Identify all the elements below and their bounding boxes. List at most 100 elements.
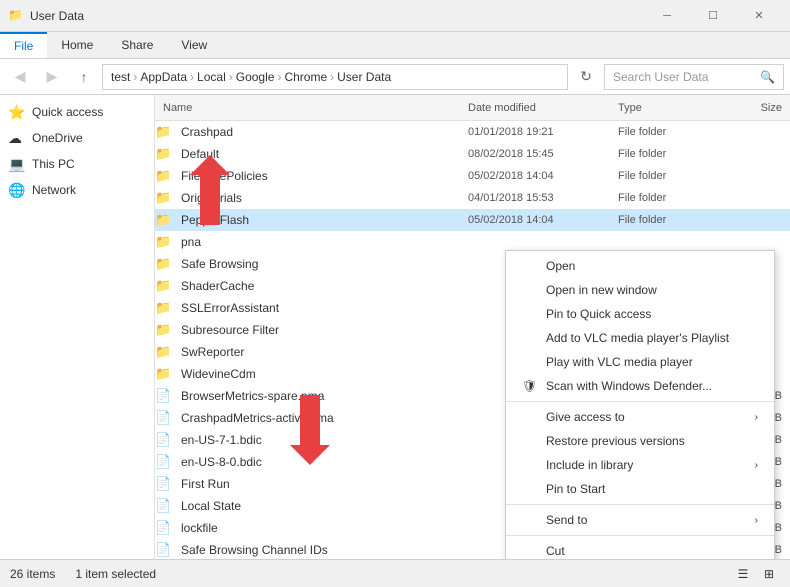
folder-icon: 📁	[155, 366, 173, 382]
close-button[interactable]: ✕	[736, 0, 782, 32]
cm-play-vlc[interactable]: Play with VLC media player	[506, 350, 774, 374]
refresh-button[interactable]: ↻	[572, 63, 600, 91]
col-header-name[interactable]: Name	[155, 102, 460, 114]
sidebar-label-quick-access: Quick access	[32, 105, 103, 119]
sidebar-label-onedrive: OneDrive	[32, 131, 83, 145]
star-icon: ⭐	[8, 104, 26, 121]
cm-separator-3	[506, 535, 774, 536]
cm-pin-quick-access[interactable]: Pin to Quick access	[506, 302, 774, 326]
window-controls: ─ ☐ ✕	[644, 0, 782, 32]
sidebar-item-network[interactable]: 🌐 Network	[0, 177, 154, 203]
address-path[interactable]: test › AppData › Local › Google › Chrome…	[102, 64, 568, 90]
col-header-size[interactable]: Size	[710, 102, 790, 114]
cm-add-vlc-playlist[interactable]: Add to VLC media player's Playlist	[506, 326, 774, 350]
path-segment-1[interactable]: AppData	[140, 70, 187, 84]
folder-icon: 📁	[155, 344, 173, 360]
ribbon: File Home Share View	[0, 32, 790, 59]
tab-file[interactable]: File	[0, 32, 47, 58]
cm-cut[interactable]: Cut	[506, 539, 774, 559]
cm-give-access[interactable]: Give access to›	[506, 405, 774, 429]
list-item[interactable]: 📁 FileTypePolicies 05/02/2018 14:04 File…	[155, 165, 790, 187]
folder-icon: 📁	[155, 234, 173, 250]
file-icon: 📄	[155, 476, 173, 492]
window-icon: 📁	[8, 8, 24, 24]
cm-open-new-window[interactable]: Open in new window	[506, 278, 774, 302]
window-title: User Data	[30, 9, 644, 23]
arrow-icon: ›	[755, 412, 758, 423]
maximize-button[interactable]: ☐	[690, 0, 736, 32]
selected-count: 1 item selected	[75, 567, 156, 581]
cm-scan-defender[interactable]: 🛡Scan with Windows Defender...	[506, 374, 774, 398]
file-icon: 📄	[155, 454, 173, 470]
file-list-header: Name Date modified Type Size	[155, 95, 790, 121]
folder-icon: 📁	[155, 212, 173, 228]
path-segment-3[interactable]: Google	[236, 70, 275, 84]
file-icon: 📄	[155, 410, 173, 426]
path-sep-4: ›	[330, 70, 334, 84]
back-button[interactable]: ◀	[6, 63, 34, 91]
forward-button[interactable]: ▶	[38, 63, 66, 91]
cm-separator-1	[506, 401, 774, 402]
file-list: Name Date modified Type Size 📁 Crashpad …	[155, 95, 790, 559]
network-icon: 🌐	[8, 182, 26, 199]
path-segment-2[interactable]: Local	[197, 70, 226, 84]
up-button[interactable]: ↑	[70, 63, 98, 91]
file-icon: 📄	[155, 542, 173, 558]
context-menu: Open Open in new window Pin to Quick acc…	[505, 250, 775, 559]
path-sep-1: ›	[190, 70, 194, 84]
list-view-button[interactable]: ☰	[732, 563, 754, 585]
path-sep-2: ›	[229, 70, 233, 84]
folder-icon: 📁	[155, 278, 173, 294]
folder-icon: 📁	[155, 256, 173, 272]
cm-open[interactable]: Open	[506, 254, 774, 278]
sidebar-label-this-pc: This PC	[32, 157, 75, 171]
path-sep-0: ›	[133, 70, 137, 84]
title-bar: 📁 User Data ─ ☐ ✕	[0, 0, 790, 32]
list-item[interactable]: 📁 Crashpad 01/01/2018 19:21 File folder	[155, 121, 790, 143]
sidebar-item-this-pc[interactable]: 💻 This PC	[0, 151, 154, 177]
file-icon: 📄	[155, 388, 173, 404]
arrow-icon: ›	[755, 460, 758, 471]
path-segment-5[interactable]: User Data	[337, 70, 391, 84]
grid-view-button[interactable]: ⊞	[758, 563, 780, 585]
folder-icon: 📁	[155, 322, 173, 338]
sidebar-item-onedrive[interactable]: ☁ OneDrive	[0, 125, 154, 151]
cm-restore-versions[interactable]: Restore previous versions	[506, 429, 774, 453]
list-item[interactable]: 📁 OriginTrials 04/01/2018 15:53 File fol…	[155, 187, 790, 209]
sidebar-item-quick-access[interactable]: ⭐ Quick access	[0, 99, 154, 125]
col-header-type[interactable]: Type	[610, 102, 710, 114]
tab-view[interactable]: View	[167, 32, 221, 58]
tab-share[interactable]: Share	[107, 32, 167, 58]
file-icon: 📄	[155, 498, 173, 514]
address-bar: ◀ ▶ ↑ test › AppData › Local › Google › …	[0, 59, 790, 95]
main-layout: ⭐ Quick access ☁ OneDrive 💻 This PC 🌐 Ne…	[0, 95, 790, 559]
list-item[interactable]: 📁 Default 08/02/2018 15:45 File folder	[155, 143, 790, 165]
cloud-icon: ☁	[8, 130, 26, 147]
file-icon: 📄	[155, 520, 173, 536]
tab-home[interactable]: Home	[47, 32, 107, 58]
shield-icon: 🛡	[522, 379, 542, 393]
path-segment-4[interactable]: Chrome	[284, 70, 327, 84]
search-placeholder: Search User Data	[613, 70, 708, 84]
view-options: ☰ ⊞	[732, 563, 780, 585]
col-header-date[interactable]: Date modified	[460, 102, 610, 114]
search-box[interactable]: Search User Data 🔍	[604, 64, 784, 90]
item-count: 26 items	[10, 567, 55, 581]
folder-icon: 📁	[155, 300, 173, 316]
sidebar-label-network: Network	[32, 183, 76, 197]
folder-icon: 📁	[155, 168, 173, 184]
cm-send-to[interactable]: Send to›	[506, 508, 774, 532]
folder-icon: 📁	[155, 146, 173, 162]
file-icon: 📄	[155, 432, 173, 448]
sidebar: ⭐ Quick access ☁ OneDrive 💻 This PC 🌐 Ne…	[0, 95, 155, 559]
folder-icon: 📁	[155, 124, 173, 140]
cm-separator-2	[506, 504, 774, 505]
status-bar: 26 items 1 item selected ☰ ⊞	[0, 559, 790, 587]
cm-pin-start[interactable]: Pin to Start	[506, 477, 774, 501]
ribbon-tabs: File Home Share View	[0, 32, 790, 58]
minimize-button[interactable]: ─	[644, 0, 690, 32]
path-segment-0[interactable]: test	[111, 70, 130, 84]
path-sep-3: ›	[277, 70, 281, 84]
cm-include-library[interactable]: Include in library›	[506, 453, 774, 477]
list-item-selected[interactable]: 📁 PepperFlash 05/02/2018 14:04 File fold…	[155, 209, 790, 231]
